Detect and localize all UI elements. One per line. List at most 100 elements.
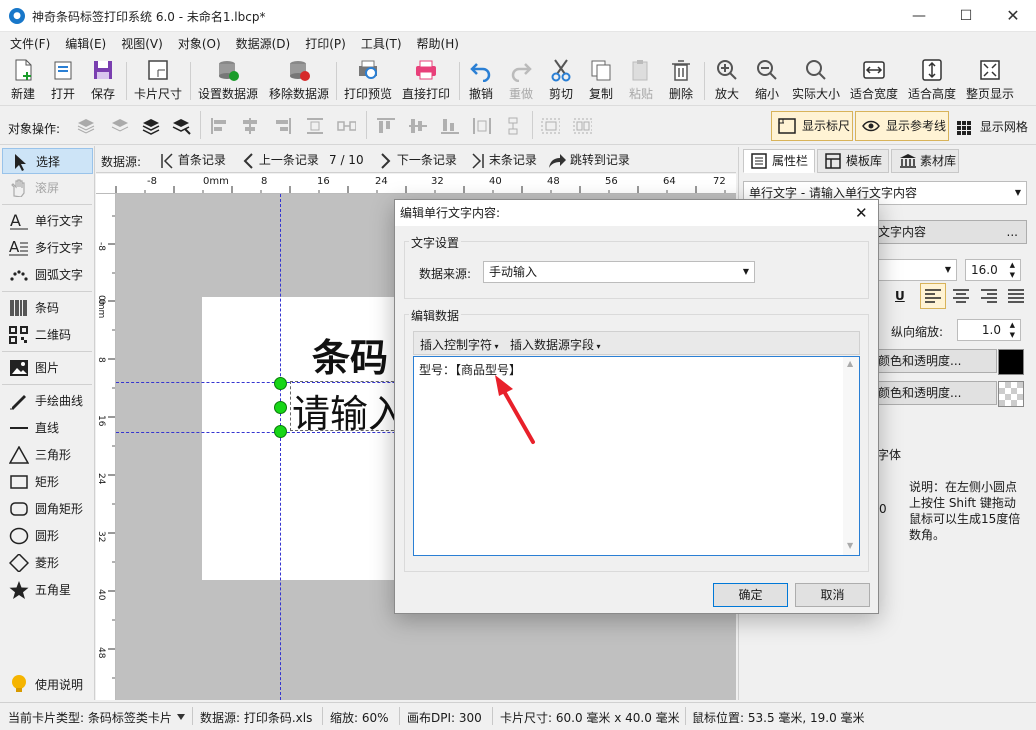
cancel-button[interactable]: 取消 xyxy=(795,583,870,607)
distribute-h-icon[interactable] xyxy=(305,117,325,135)
vertical-guide[interactable] xyxy=(280,194,281,700)
insert-control-char-menu[interactable]: 插入控制字符 ▾ xyxy=(420,336,499,353)
vscale-input[interactable]: 1.0 ▲ ▼ xyxy=(957,319,1021,341)
redo-button[interactable]: 重做 xyxy=(506,58,536,102)
fit-width-button[interactable]: 适合宽度 xyxy=(849,58,899,102)
card-size-button[interactable]: 卡片尺寸 xyxy=(133,58,183,102)
save-button[interactable]: 保存 xyxy=(88,58,118,102)
zoom-out-button[interactable]: 缩小 xyxy=(752,58,782,102)
send-backward-icon[interactable] xyxy=(110,117,130,135)
print-preview-button[interactable]: 打印预览 xyxy=(343,58,393,102)
ungroup-icon[interactable] xyxy=(572,117,592,135)
direct-print-button[interactable]: 直接打印 xyxy=(401,58,451,102)
bg-color-button[interactable]: 颜色和透明度... xyxy=(869,381,997,405)
paste-button[interactable]: 粘贴 xyxy=(626,58,656,102)
align-right-text-icon[interactable] xyxy=(981,289,997,303)
first-record-button[interactable]: 首条记录 xyxy=(160,150,226,170)
tool-barcode[interactable]: 条码 xyxy=(2,295,93,321)
tab-materials[interactable]: 素材库 xyxy=(891,149,959,173)
jump-record-button[interactable]: 跳转到记录 xyxy=(548,150,630,170)
align-center-icon[interactable] xyxy=(240,117,260,135)
resize-handle-top[interactable] xyxy=(274,377,287,390)
bg-color-swatch[interactable] xyxy=(998,381,1024,407)
distribute-v-icon[interactable] xyxy=(336,117,356,135)
bring-forward-icon[interactable] xyxy=(76,117,96,135)
tool-line[interactable]: 直线 xyxy=(2,415,93,441)
tool-help[interactable]: 使用说明 xyxy=(2,672,93,698)
align-left-icon[interactable] xyxy=(210,117,230,135)
card-title-text[interactable]: 条码 xyxy=(312,327,388,382)
layers-edit-icon[interactable] xyxy=(171,117,191,135)
actual-size-button[interactable]: 实际大小 xyxy=(790,58,842,102)
menu-file[interactable]: 文件(F) xyxy=(3,33,57,55)
tool-round-rect[interactable]: 圆角矩形 xyxy=(2,496,93,522)
open-button[interactable]: 打开 xyxy=(48,58,78,102)
undo-button[interactable]: 撤销 xyxy=(466,58,496,102)
cut-button[interactable]: 剪切 xyxy=(546,58,576,102)
align-middle-icon[interactable] xyxy=(408,117,428,135)
tool-single-text[interactable]: A 单行文字 xyxy=(2,208,93,234)
align-left-text-button[interactable] xyxy=(920,283,946,309)
tool-freehand[interactable]: 手绘曲线 xyxy=(2,388,93,414)
source-select[interactable]: 手动输入 ▼ xyxy=(483,261,755,283)
last-record-button[interactable]: 末条记录 xyxy=(471,150,537,170)
menu-object[interactable]: 对象(O) xyxy=(171,33,228,55)
align-top-icon[interactable] xyxy=(376,117,396,135)
next-record-button[interactable]: 下一条记录 xyxy=(379,150,457,170)
menu-print[interactable]: 打印(P) xyxy=(298,33,353,55)
fit-page-button[interactable]: 整页显示 xyxy=(965,58,1015,102)
align-center-text-icon[interactable] xyxy=(953,289,969,303)
set-datasource-button[interactable]: 设置数据源 xyxy=(197,58,259,102)
dialog-close-icon[interactable]: ✕ xyxy=(855,200,868,226)
menu-view[interactable]: 视图(V) xyxy=(114,33,170,55)
menu-edit[interactable]: 编辑(E) xyxy=(58,33,113,55)
justify-text-icon[interactable] xyxy=(1008,289,1024,303)
resize-handle-middle[interactable] xyxy=(274,401,287,414)
tool-triangle[interactable]: 三角形 xyxy=(2,442,93,468)
tool-circle[interactable]: 圆形 xyxy=(2,523,93,549)
zoom-in-button[interactable]: 放大 xyxy=(712,58,742,102)
tool-arc-text[interactable]: 圆弧文字 xyxy=(2,262,93,288)
textarea-scrollbar[interactable]: ▲ ▼ xyxy=(843,357,859,555)
prev-record-button[interactable]: 上一条记录 xyxy=(241,150,319,170)
tab-templates[interactable]: 模板库 xyxy=(817,149,889,173)
menu-datasource[interactable]: 数据源(D) xyxy=(229,33,298,55)
group-icon[interactable] xyxy=(540,117,560,135)
tool-rect[interactable]: 矩形 xyxy=(2,469,93,495)
tool-star[interactable]: 五角星 xyxy=(2,577,93,603)
content-textarea[interactable]: 型号：【商品型号】 ▲ ▼ xyxy=(413,356,860,556)
same-width-icon[interactable] xyxy=(472,117,492,135)
tool-scroll[interactable]: 滚屏 xyxy=(2,175,93,201)
remove-datasource-button[interactable]: 移除数据源 xyxy=(268,58,330,102)
tool-select[interactable]: 选择 xyxy=(2,148,93,174)
align-bottom-icon[interactable] xyxy=(440,117,460,135)
resize-handle-bottom[interactable] xyxy=(274,425,287,438)
layers-icon[interactable] xyxy=(141,117,161,135)
close-button[interactable]: ✕ xyxy=(990,0,1036,32)
delete-button[interactable]: 删除 xyxy=(666,58,696,102)
ok-button[interactable]: 确定 xyxy=(713,583,788,607)
minimize-button[interactable]: — xyxy=(896,0,942,32)
insert-field-menu[interactable]: 插入数据源字段 ▾ xyxy=(510,336,601,353)
copy-button[interactable]: 复制 xyxy=(586,58,616,102)
text-content-button[interactable]: 文字内容... xyxy=(869,220,1027,244)
font-size-input[interactable]: 16.0 ▲ ▼ xyxy=(965,259,1021,281)
chevron-down-icon[interactable] xyxy=(177,714,185,720)
show-grid-toggle[interactable]: 显示网格 xyxy=(956,118,1028,136)
show-ruler-toggle[interactable]: 显示标尺 xyxy=(771,111,853,141)
fit-height-button[interactable]: 适合高度 xyxy=(907,58,957,102)
menu-help[interactable]: 帮助(H) xyxy=(410,33,466,55)
new-button[interactable]: 新建 xyxy=(8,58,38,102)
tool-qrcode[interactable]: 二维码 xyxy=(2,322,93,348)
show-guides-toggle[interactable]: 显示参考线 xyxy=(855,111,949,141)
tool-multi-text[interactable]: A 多行文字 xyxy=(2,235,93,261)
same-height-icon[interactable] xyxy=(503,117,523,135)
text-color-button[interactable]: 颜色和透明度... xyxy=(869,349,997,373)
tool-image[interactable]: 图片 xyxy=(2,355,93,381)
tab-properties[interactable]: 属性栏 xyxy=(743,149,815,173)
font-family-select[interactable]: ▼ xyxy=(869,259,957,281)
tool-diamond[interactable]: 菱形 xyxy=(2,550,93,576)
maximize-button[interactable]: ☐ xyxy=(943,0,989,32)
align-right-icon[interactable] xyxy=(272,117,292,135)
menu-tools[interactable]: 工具(T) xyxy=(354,33,409,55)
